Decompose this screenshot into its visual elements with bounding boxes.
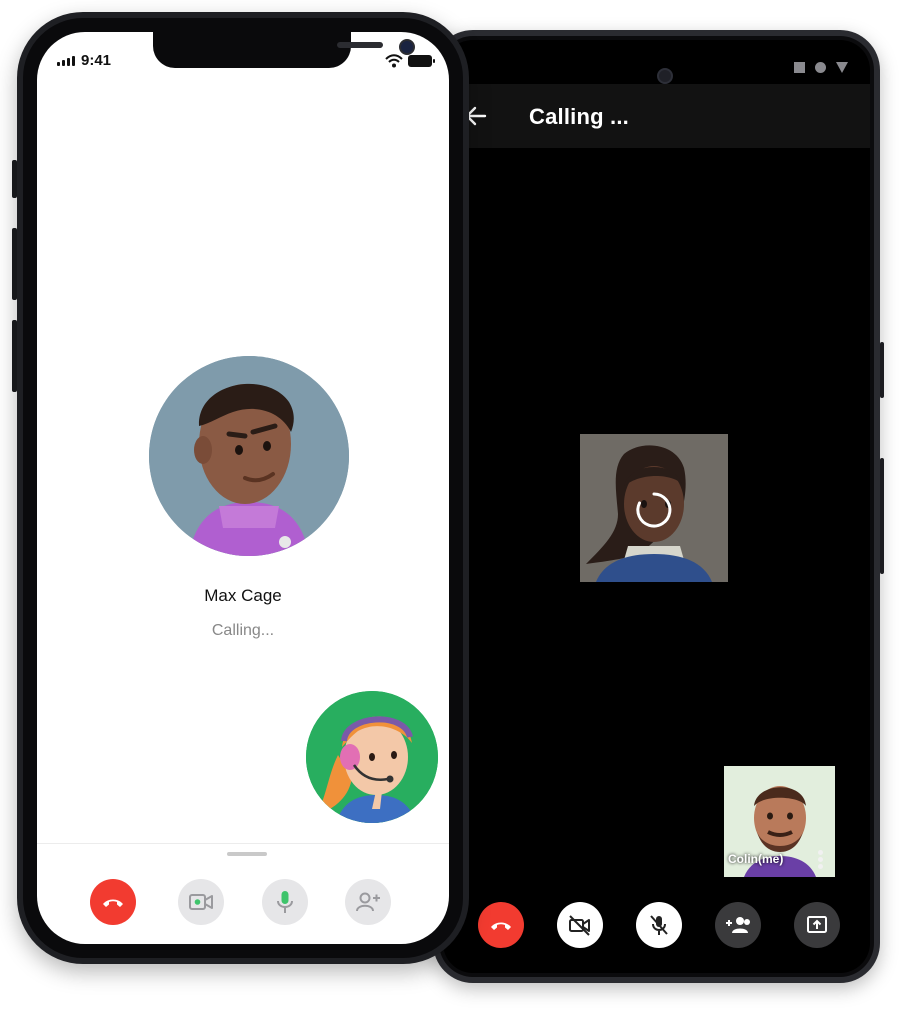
more-options-icon[interactable] [818, 850, 824, 869]
android-screen: Calling ... Colin(me) [443, 40, 870, 973]
person-add-icon [356, 892, 380, 912]
remote-video-tile [580, 434, 728, 582]
phone-hangup-icon [491, 922, 511, 930]
home-icon [815, 62, 826, 73]
mic-off-icon [650, 915, 668, 935]
android-mic-off-button[interactable] [636, 902, 682, 948]
iphone-mic-button[interactable] [262, 879, 308, 925]
wifi-icon [385, 54, 403, 68]
call-status: Calling... [211, 622, 275, 639]
self-video-tile[interactable]: Colin(me) [724, 766, 835, 877]
android-phone: Calling ... Colin(me) [433, 30, 884, 983]
android-end-call-button[interactable] [478, 902, 524, 948]
iphone-bezel: 9:41 Max Cage Calling... [23, 18, 463, 958]
iphone-screen: 9:41 Max Cage Calling... [37, 32, 449, 944]
android-power-button [880, 458, 884, 574]
callee-avatar-illustration [149, 356, 349, 556]
group-add-icon [726, 917, 750, 933]
android-frame: Calling ... Colin(me) [439, 36, 874, 977]
callee-name: Max Cage [204, 586, 282, 605]
android-volume-button [880, 342, 884, 398]
call-title: Calling ... [529, 104, 629, 129]
android-add-participant-button[interactable] [715, 902, 761, 948]
signal-icon [57, 56, 75, 66]
android-camera [657, 68, 673, 84]
notch [153, 32, 415, 68]
callee-avatar [149, 356, 349, 556]
app-bar: Calling ... [443, 84, 870, 148]
iphone-mute-switch [12, 160, 17, 198]
android-share-screen-button[interactable] [794, 902, 840, 948]
self-avatar-illustration [306, 691, 438, 823]
mic-icon [277, 891, 293, 913]
screen-share-icon [807, 916, 827, 933]
iphone-video-button[interactable] [178, 879, 224, 925]
self-preview-bubble[interactable] [306, 691, 438, 823]
front-camera [399, 39, 415, 55]
back-triangle-icon [836, 62, 848, 73]
android-nav-indicators [794, 62, 848, 73]
iphone: 9:41 Max Cage Calling... [12, 12, 469, 964]
status-time: 9:41 [81, 52, 112, 69]
loading-spinner-icon [636, 492, 672, 528]
iphone-end-call-button[interactable] [90, 879, 136, 925]
controls-divider [37, 843, 449, 844]
android-video-off-button[interactable] [557, 902, 603, 948]
battery-icon [408, 55, 435, 67]
video-icon [189, 894, 213, 910]
iphone-volume-down [12, 320, 17, 392]
video-off-icon [569, 915, 590, 936]
iphone-volume-up [12, 228, 17, 300]
iphone-add-person-button[interactable] [345, 879, 391, 925]
earpiece [337, 42, 383, 48]
sheet-handle[interactable] [227, 852, 267, 856]
self-tile-label: Colin(me) [728, 852, 784, 866]
recents-icon [794, 62, 805, 73]
phone-hangup-icon [103, 899, 123, 907]
